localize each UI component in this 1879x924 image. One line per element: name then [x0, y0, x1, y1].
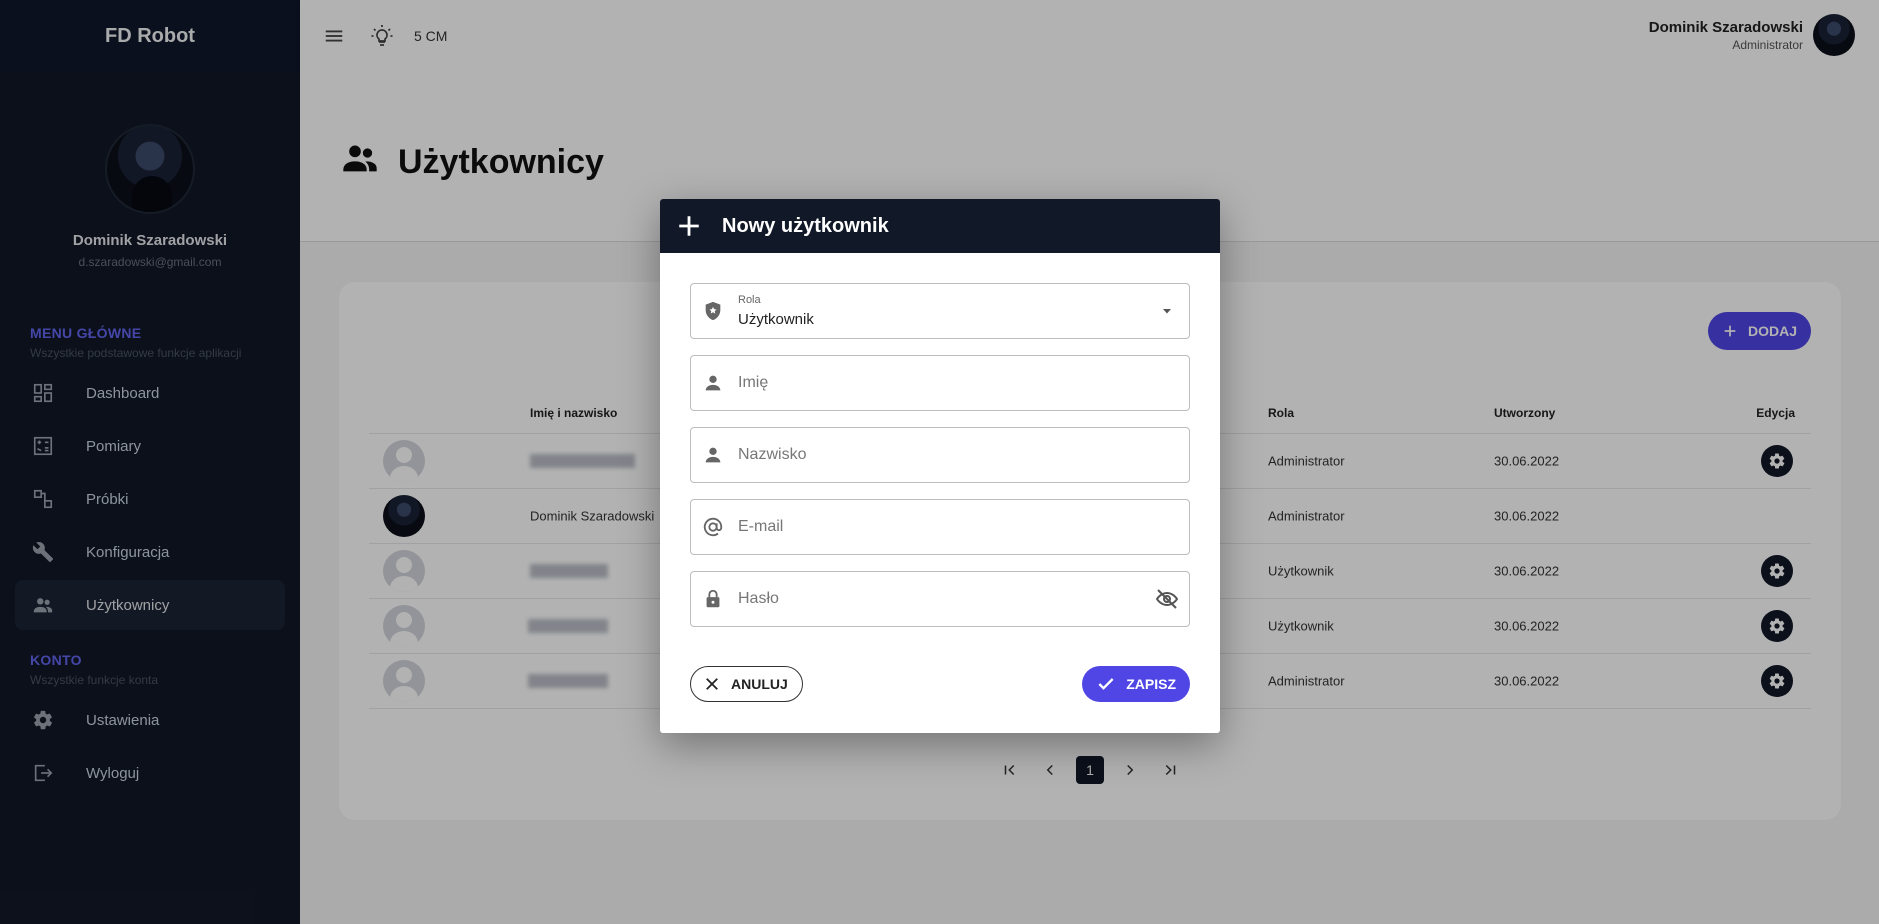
close-icon [706, 678, 718, 690]
first-name-placeholder: Imię [738, 374, 769, 391]
eye-off-icon[interactable] [1155, 587, 1179, 611]
save-label: ZAPISZ [1126, 676, 1176, 692]
dialog-title: Nowy użytkownik [722, 214, 889, 237]
shield-icon [701, 299, 725, 323]
cancel-button[interactable]: ANULUJ [690, 666, 803, 702]
password-placeholder: Hasło [738, 590, 779, 607]
last-name-placeholder: Nazwisko [738, 446, 807, 463]
dialog-header: Nowy użytkownik [660, 199, 1220, 253]
last-name-field[interactable]: Nazwisko [690, 427, 1190, 483]
person-icon [701, 371, 725, 395]
save-button[interactable]: ZAPISZ [1082, 666, 1190, 702]
email-field[interactable]: E-mail [690, 499, 1190, 555]
plus-icon [674, 211, 704, 241]
role-value: Użytkownik [738, 311, 814, 328]
role-select[interactable]: Rola Użytkownik [690, 283, 1190, 339]
caret-down-icon [1155, 299, 1179, 323]
first-name-field[interactable]: Imię [690, 355, 1190, 411]
at-icon [701, 515, 725, 539]
password-field[interactable]: Hasło [690, 571, 1190, 627]
lock-icon [701, 587, 725, 611]
person-icon [701, 443, 725, 467]
new-user-dialog: Nowy użytkownik Rola Użytkownik Imię Naz… [660, 199, 1220, 733]
email-placeholder: E-mail [738, 518, 784, 535]
cancel-label: ANULUJ [731, 676, 788, 692]
check-icon [1098, 678, 1114, 690]
role-label: Rola [738, 294, 761, 306]
